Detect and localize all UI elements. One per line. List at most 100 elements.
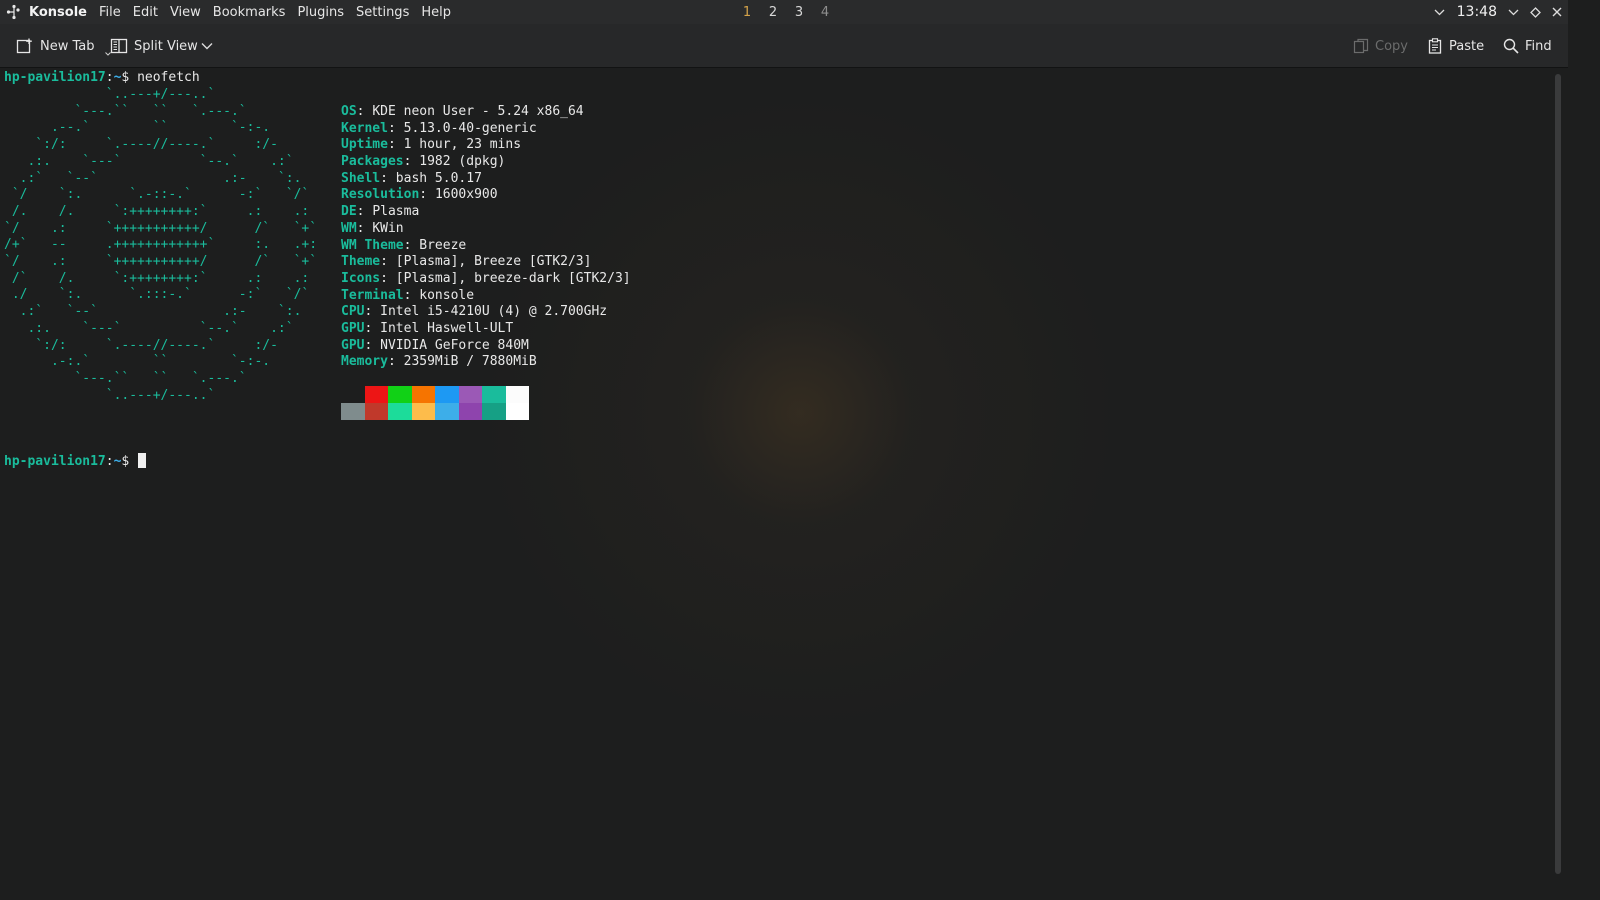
split-view-icon [110,38,128,54]
chevron-down-icon [201,43,213,50]
prompt-symbol: $ [121,70,130,85]
info-separator: : [380,270,396,286]
info-value: Intel i5-4210U (4) @ 2.700GHz [380,304,608,320]
menu-settings[interactable]: Settings [356,5,409,20]
menu-file[interactable]: File [99,5,121,20]
paste-button[interactable]: Paste [1427,24,1484,68]
logo-line: .:` `--` .:- `:. [4,170,302,186]
terminal-view[interactable]: hp-pavilion17:~$ neofetch `..---+/---..`… [0,68,1548,882]
neofetch-info: OS: KDE neon User - 5.24 x86_64 Kernel: 5… [341,104,631,371]
logo-line: `/ .: `+++++++++++/ /` `+` [4,254,318,270]
info-row: CPU: Intel i5-4210U (4) @ 2.700GHz [341,304,631,321]
scrollbar-thumb[interactable] [1555,74,1561,874]
info-value: 1982 (dpkg) [419,154,506,170]
copy-button[interactable]: Copy [1353,24,1408,68]
info-row: GPU: NVIDIA GeForce 840M [341,338,631,355]
new-tab-button[interactable]: New Tab [16,24,111,68]
info-value: [Plasma], breeze-dark [GTK2/3] [395,270,631,286]
chevron-down-icon[interactable] [1429,0,1451,24]
logo-line: /` /. `:++++++++:` .: .: [4,270,310,286]
info-separator: : [403,237,420,253]
info-key: Resolution [341,187,420,203]
split-view-button[interactable]: Split View [110,24,198,68]
color-swatch [435,403,459,420]
menu-plugins[interactable]: Plugins [297,5,344,20]
menu-help[interactable]: Help [421,5,451,20]
color-swatch [458,386,482,403]
logo-line: `---.`` `` `.---.` [4,370,247,386]
diamond-icon[interactable] [1524,0,1546,24]
info-key: DE [341,204,357,220]
prompt-host: hp-pavilion17 [4,454,106,469]
color-swatch [482,403,506,420]
scrollbar[interactable] [1548,68,1568,882]
color-swatch [411,386,435,403]
info-separator: : [356,104,373,119]
toolbar: New Tab Split View Copy Paste Find [0,24,1568,68]
find-button[interactable]: Find [1503,24,1552,68]
info-key: Shell [341,170,381,186]
color-swatch [505,386,529,403]
info-value: 5.13.0-40-generic [403,120,537,136]
desktop-3[interactable]: 3 [786,5,812,20]
virtual-desktop-pager: 1 2 3 4 [734,0,838,24]
info-value: [Plasma], Breeze [GTK2/3] [395,254,592,270]
info-separator: : [380,170,396,186]
text-cursor [138,453,147,468]
logo-line: .:. `---` `--.` .:` [4,320,294,336]
logo-line: /. /. `:++++++++:` .: .: [4,203,310,219]
color-swatch [341,403,365,420]
logo-line: .:. `---` `--.` .:` [4,153,294,169]
info-key: OS [341,104,357,119]
desktop-2[interactable]: 2 [760,5,786,20]
color-swatch [435,386,459,403]
prompt-colon: : [105,70,114,85]
info-key: WM Theme [341,237,404,253]
color-swatch [505,403,529,420]
menu-bookmarks[interactable]: Bookmarks [213,5,286,20]
info-key: Theme [341,254,381,270]
logo-line: .-:.` `` `-:-. [4,354,271,370]
color-palette [341,386,529,420]
close-icon[interactable] [1546,0,1568,24]
split-view-dropdown[interactable] [200,24,220,68]
menu-view[interactable]: View [170,5,201,20]
logo-line: `/ .: `+++++++++++/ /` `+` [4,220,318,236]
info-separator: : [403,287,420,303]
system-tray: 13:48 [1429,0,1568,24]
logo-line: .:` `--` .:- `:. [4,304,302,320]
logo-line: `..---+/---..` [4,87,216,102]
prompt-symbol: $ [121,454,130,469]
clock[interactable]: 13:48 [1457,4,1497,20]
info-separator: : [387,137,404,153]
copy-label: Copy [1375,38,1408,54]
info-value: 1 hour, 23 mins [403,137,522,153]
info-row: Uptime: 1 hour, 23 mins [341,137,631,154]
chevron-down-icon[interactable] [1502,0,1524,24]
menu-edit[interactable]: Edit [133,5,158,20]
info-separator: : [419,187,435,203]
info-separator: : [387,120,404,136]
logo-line: `---.`` `` `.---.` [4,103,247,119]
command-line: hp-pavilion17:~$ neofetch [4,70,200,87]
info-key: CPU [341,304,365,320]
top-panel: Konsole File Edit View Bookmarks Plugins… [0,0,1568,24]
konsole-logo-icon [6,4,20,20]
info-key: Terminal [341,287,404,303]
new-tab-icon [16,38,32,54]
paste-label: Paste [1449,38,1485,54]
color-swatch [482,386,506,403]
info-row: DE: Plasma [341,204,631,221]
info-value: NVIDIA GeForce 840M [380,337,529,353]
desktop-1[interactable]: 1 [734,5,760,20]
info-row: Shell: bash 5.0.17 [341,171,631,188]
logo-line: `:/: `.----//----.` :/- [4,337,278,353]
info-key: GPU [341,320,365,336]
info-row: Resolution: 1600x900 [341,187,631,204]
info-row: WM Theme: Breeze [341,238,631,255]
info-separator: : [356,220,373,236]
logo-line: ./ `:. `.:::-.` -:` `/` [4,287,310,303]
info-value: 2359MiB / 7880MiB [403,354,537,370]
desktop-4[interactable]: 4 [812,5,838,20]
info-value: Breeze [419,237,467,253]
